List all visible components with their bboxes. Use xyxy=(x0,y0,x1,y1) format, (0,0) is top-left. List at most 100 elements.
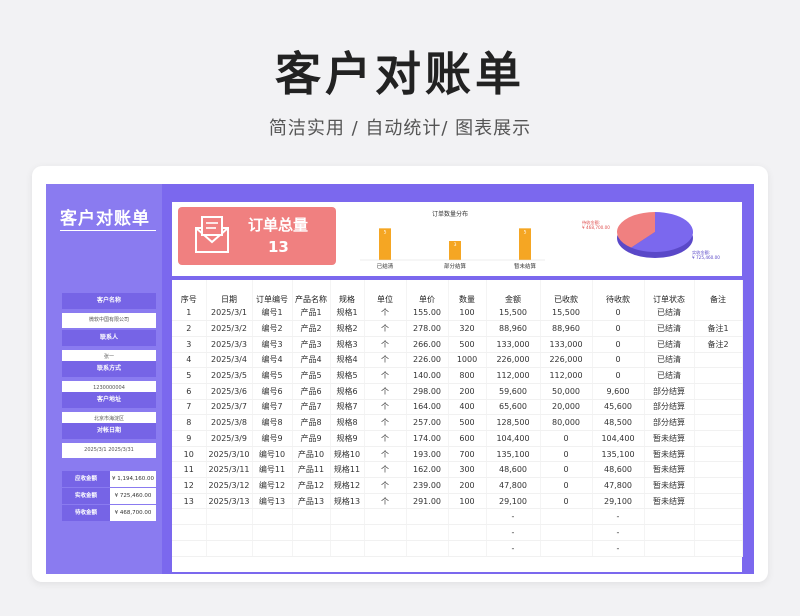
table-cell[interactable]: 个 xyxy=(364,320,407,337)
table-cell[interactable]: 29,100 xyxy=(486,493,541,510)
table-cell[interactable]: 暂未结算 xyxy=(644,477,695,494)
table-cell[interactable]: 4 xyxy=(172,352,207,369)
table-cell[interactable] xyxy=(694,446,743,463)
table-cell[interactable] xyxy=(448,524,487,541)
table-cell[interactable]: 193.00 xyxy=(406,446,449,463)
table-cell[interactable]: 9,600 xyxy=(592,383,645,400)
table-cell[interactable]: - xyxy=(592,508,645,526)
table-cell[interactable]: 2 xyxy=(172,320,207,337)
table-cell[interactable]: 个 xyxy=(364,305,407,322)
column-header[interactable]: 序号 xyxy=(172,280,207,305)
table-cell[interactable]: 2025/3/12 xyxy=(206,477,253,494)
table-cell[interactable]: 50,000 xyxy=(540,383,593,400)
info-value[interactable]: 微软中国有限公司 xyxy=(62,313,156,328)
table-row[interactable]: 5 2025/3/5 编号5 产品5 规格5 个 140.00 800 112,000 112,0… xyxy=(172,367,743,384)
table-cell[interactable]: 600 xyxy=(448,430,487,447)
table-cell[interactable]: 20,000 xyxy=(540,399,593,416)
table-cell[interactable] xyxy=(330,508,365,526)
table-cell[interactable]: 已结清 xyxy=(644,367,695,384)
table-cell[interactable]: 104,400 xyxy=(486,430,541,447)
table-cell[interactable]: 个 xyxy=(364,336,407,353)
table-cell[interactable]: 规格6 xyxy=(330,383,365,400)
table-cell[interactable]: 0 xyxy=(592,352,645,369)
table-cell[interactable] xyxy=(292,540,331,557)
table-cell[interactable] xyxy=(406,508,449,526)
table-cell[interactable] xyxy=(694,461,743,479)
table-cell[interactable]: 已结清 xyxy=(644,336,695,353)
table-cell[interactable]: 10 xyxy=(172,446,207,463)
table-cell[interactable]: 291.00 xyxy=(406,493,449,510)
table-cell[interactable]: 个 xyxy=(364,461,407,479)
table-row[interactable]: -- xyxy=(172,508,743,526)
table-cell[interactable]: 已结清 xyxy=(644,352,695,369)
table-cell[interactable]: 47,800 xyxy=(486,477,541,494)
table-row[interactable]: 1 2025/3/1 编号1 产品1 规格1 个 155.00 100 15,500 15,500… xyxy=(172,305,743,322)
column-header[interactable]: 日期 xyxy=(206,280,253,305)
table-cell[interactable]: - xyxy=(486,508,541,526)
table-cell[interactable]: 8 xyxy=(172,414,207,431)
table-cell[interactable]: 个 xyxy=(364,383,407,400)
table-cell[interactable]: 7 xyxy=(172,399,207,416)
table-cell[interactable]: 29,100 xyxy=(592,493,645,510)
table-cell[interactable]: 13 xyxy=(172,493,207,510)
table-cell[interactable] xyxy=(252,508,293,526)
table-cell[interactable]: 0 xyxy=(592,305,645,322)
table-cell[interactable]: 产品4 xyxy=(292,352,331,369)
table-cell[interactable]: 编号10 xyxy=(252,446,293,463)
table-cell[interactable] xyxy=(364,540,407,557)
table-cell[interactable]: 个 xyxy=(364,352,407,369)
table-cell[interactable]: 298.00 xyxy=(406,383,449,400)
table-cell[interactable] xyxy=(172,508,207,526)
table-cell[interactable] xyxy=(330,540,365,557)
table-cell[interactable]: 产品13 xyxy=(292,493,331,510)
table-cell[interactable] xyxy=(694,524,743,541)
table-cell[interactable]: 规格2 xyxy=(330,320,365,337)
table-cell[interactable]: 部分结算 xyxy=(644,414,695,431)
table-cell[interactable]: 编号12 xyxy=(252,477,293,494)
table-cell[interactable] xyxy=(694,383,743,400)
table-cell[interactable] xyxy=(252,524,293,541)
table-cell[interactable] xyxy=(172,540,207,557)
table-cell[interactable] xyxy=(694,367,743,384)
table-cell[interactable] xyxy=(694,508,743,526)
table-cell[interactable]: 2025/3/5 xyxy=(206,367,253,384)
table-cell[interactable]: 128,500 xyxy=(486,414,541,431)
table-cell[interactable]: 88,960 xyxy=(486,320,541,337)
table-cell[interactable]: 59,600 xyxy=(486,383,541,400)
table-cell[interactable]: 个 xyxy=(364,493,407,510)
column-header[interactable]: 单位 xyxy=(364,280,407,305)
table-cell[interactable]: 个 xyxy=(364,477,407,494)
table-cell[interactable]: 2025/3/3 xyxy=(206,336,253,353)
table-cell[interactable]: 9 xyxy=(172,430,207,447)
table-cell[interactable]: 部分结算 xyxy=(644,383,695,400)
table-cell[interactable]: 2025/3/8 xyxy=(206,414,253,431)
table-cell[interactable]: 2025/3/4 xyxy=(206,352,253,369)
table-cell[interactable]: 257.00 xyxy=(406,414,449,431)
column-header[interactable]: 数量 xyxy=(448,280,487,305)
table-cell[interactable] xyxy=(694,540,743,557)
table-cell[interactable]: 100 xyxy=(448,305,487,322)
table-cell[interactable]: 产品3 xyxy=(292,336,331,353)
table-cell[interactable]: - xyxy=(592,540,645,557)
table-row[interactable]: 13 2025/3/13 编号13 产品13 规格13 个 291.00 100 29,100 0… xyxy=(172,493,743,510)
table-cell[interactable]: 48,600 xyxy=(592,461,645,479)
table-cell[interactable]: 产品1 xyxy=(292,305,331,322)
table-cell[interactable]: 278.00 xyxy=(406,320,449,337)
table-cell[interactable]: 规格5 xyxy=(330,367,365,384)
table-cell[interactable]: 140.00 xyxy=(406,367,449,384)
table-cell[interactable]: 2025/3/2 xyxy=(206,320,253,337)
table-cell[interactable] xyxy=(644,508,695,526)
table-row[interactable]: -- xyxy=(172,540,743,557)
table-cell[interactable]: 0 xyxy=(540,477,593,494)
table-cell[interactable]: 规格12 xyxy=(330,477,365,494)
table-cell[interactable]: 2025/3/13 xyxy=(206,493,253,510)
column-header[interactable]: 金额 xyxy=(486,280,541,305)
table-cell[interactable]: 3 xyxy=(172,336,207,353)
table-cell[interactable] xyxy=(644,524,695,541)
table-cell[interactable]: 104,400 xyxy=(592,430,645,447)
table-cell[interactable]: 产品10 xyxy=(292,446,331,463)
table-row[interactable]: 6 2025/3/6 编号6 产品6 规格6 个 298.00 200 59,600 50,000… xyxy=(172,383,743,400)
column-header[interactable]: 订单状态 xyxy=(644,280,695,305)
table-cell[interactable]: 产品12 xyxy=(292,477,331,494)
table-cell[interactable]: 产品5 xyxy=(292,367,331,384)
